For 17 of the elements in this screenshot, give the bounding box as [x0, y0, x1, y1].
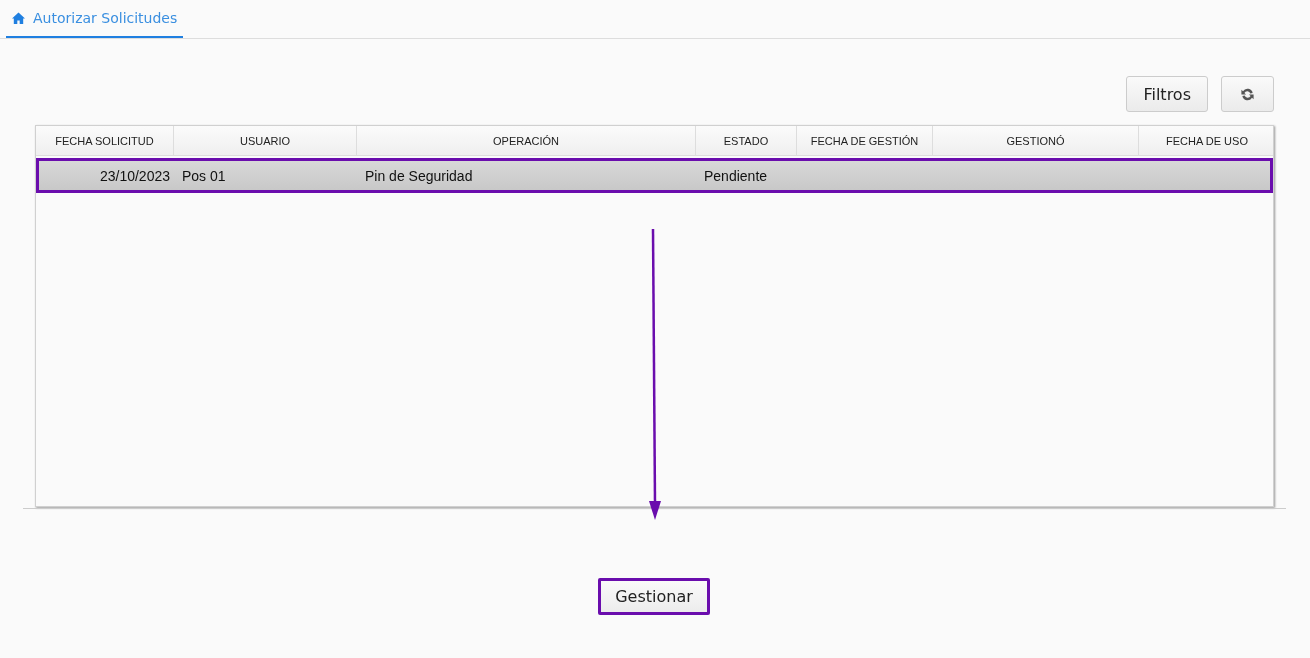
table-cell-text: 23/10/2023 [98, 166, 171, 186]
column-header[interactable]: OPERACIÓN [356, 126, 695, 155]
column-header[interactable]: FECHA DE GESTIÓN [796, 126, 932, 155]
refresh-button[interactable] [1221, 76, 1274, 112]
column-header[interactable]: ESTADO [695, 126, 796, 155]
column-header[interactable]: USUARIO [173, 126, 356, 155]
filters-button[interactable]: Filtros [1126, 76, 1208, 112]
table-cell-text: Pin de Seguridad [364, 166, 474, 186]
column-header[interactable]: FECHA DE USO [1138, 126, 1275, 155]
column-header[interactable]: FECHA SOLICITUD [36, 126, 173, 155]
refresh-icon [1240, 86, 1255, 102]
column-header[interactable]: GESTIONÓ [932, 126, 1138, 155]
table-row[interactable]: 23/10/2023 Pos 01 Pin de Seguridad Pendiente [36, 158, 1273, 193]
table-cell-text: Pos 01 [181, 166, 227, 186]
table-cell-text: Pendiente [703, 166, 769, 186]
home-icon [12, 12, 25, 24]
manage-button[interactable]: Gestionar [598, 578, 710, 615]
